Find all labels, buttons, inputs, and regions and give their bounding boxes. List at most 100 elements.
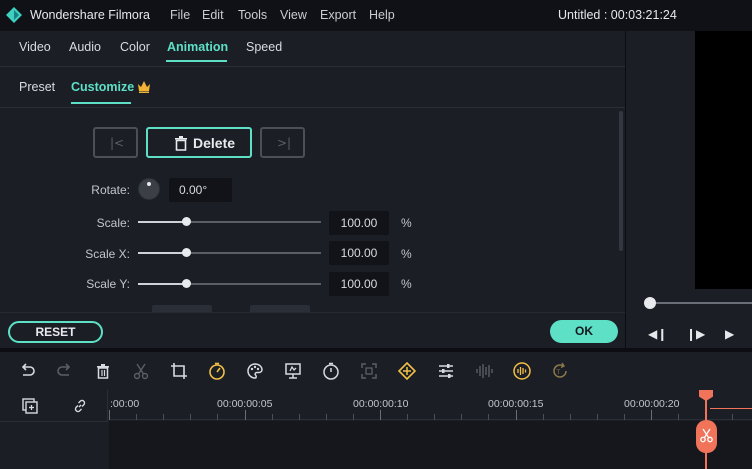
delete-keyframe-button[interactable]: Delete (146, 127, 252, 158)
active-tab-indicator (166, 60, 227, 62)
tab-preset[interactable]: Preset (19, 80, 55, 94)
ruler-tick (298, 414, 300, 420)
scale-x-slider-thumb[interactable] (181, 248, 191, 257)
tab-audio[interactable]: Audio (69, 40, 101, 54)
timeline-ruler[interactable]: :00:00 00:00:00:05 00:00:00:10 00:00:00:… (109, 390, 752, 420)
trash-icon (175, 136, 187, 151)
scale-y-slider[interactable] (138, 279, 321, 288)
active-subtab-indicator (71, 102, 131, 104)
play-icon[interactable]: ▶ (725, 327, 734, 341)
menu-export[interactable]: Export (320, 8, 356, 22)
scale-x-slider[interactable] (138, 248, 321, 257)
green-screen-icon[interactable] (360, 362, 378, 380)
cut-icon[interactable] (132, 362, 150, 380)
next-keyframe-icon: >| (277, 136, 292, 150)
ruler-tick (190, 414, 192, 420)
crop-icon[interactable] (170, 362, 188, 380)
ok-button[interactable]: OK (550, 320, 618, 343)
scale-y-input[interactable]: 100.00 (329, 272, 389, 296)
reset-button[interactable]: RESET (8, 321, 103, 343)
ruler-tick (217, 414, 219, 420)
speed-icon[interactable] (208, 362, 226, 380)
keyframe-icon[interactable] (397, 361, 417, 381)
adjust-icon[interactable] (437, 362, 455, 380)
previous-frame-icon[interactable]: ◀❙ (648, 327, 667, 341)
ruler-tick (596, 414, 598, 420)
mosaic-icon[interactable] (284, 362, 302, 380)
next-keyframe-button[interactable]: >| (260, 127, 305, 158)
undo-icon[interactable] (18, 362, 36, 380)
scale-x-slider-fill (138, 252, 186, 254)
color-icon[interactable] (246, 362, 264, 380)
ruler-tick (623, 414, 625, 420)
scale-slider-thumb[interactable] (181, 217, 191, 226)
ruler-tick (678, 414, 680, 420)
scale-x-input[interactable]: 100.00 (329, 241, 389, 265)
audio-mixer-icon[interactable] (475, 362, 493, 380)
tab-animation[interactable]: Animation (167, 40, 228, 54)
scale-x-label: Scale X: (85, 247, 130, 261)
project-title: Untitled : 00:03:21:24 (558, 8, 677, 22)
ruler-tick (542, 414, 544, 420)
redo-icon[interactable] (56, 362, 74, 380)
rotate-input[interactable]: 0.00° (169, 178, 232, 202)
edit-panel-footer: RESET OK (0, 312, 625, 348)
menu-edit[interactable]: Edit (202, 8, 224, 22)
scale-y-label: Scale Y: (86, 277, 130, 291)
timeline-toolbar: T (0, 352, 752, 390)
audio-stretch-icon[interactable] (513, 362, 531, 380)
scale-unit: % (401, 216, 412, 230)
ruler-tick (569, 414, 571, 420)
playhead-marker-line (710, 408, 752, 409)
previous-keyframe-icon: |< (110, 136, 125, 150)
preview-screen (695, 31, 752, 289)
delete-label: Delete (193, 135, 236, 151)
ruler-tick (434, 414, 436, 420)
timeline: :00:00 00:00:00:05 00:00:00:10 00:00:00:… (0, 390, 752, 469)
ruler-label: :00:00 (110, 398, 140, 410)
filmora-logo-icon (6, 7, 22, 23)
rotate-label: Rotate: (91, 183, 130, 197)
scale-input[interactable]: 100.00 (329, 211, 389, 235)
ruler-tick (136, 414, 138, 420)
scale-label: Scale: (96, 216, 130, 230)
tab-video[interactable]: Video (19, 40, 51, 54)
add-track-icon[interactable] (22, 398, 38, 414)
video-track[interactable] (109, 421, 752, 469)
scale-x-unit: % (401, 247, 412, 261)
ruler-tick (109, 410, 110, 420)
delete-icon[interactable] (94, 362, 112, 380)
ruler-tick (461, 414, 463, 420)
menu-view[interactable]: View (280, 8, 307, 22)
duration-icon[interactable] (322, 362, 340, 380)
play-frame-icon[interactable]: ❙▶ (686, 327, 705, 341)
split-button[interactable] (696, 420, 717, 453)
speech-to-text-icon[interactable]: T (551, 362, 569, 380)
panel-scrollbar[interactable] (619, 111, 623, 251)
scale-y-slider-thumb[interactable] (181, 279, 191, 288)
edit-tabs: Video Audio Color Animation Speed (0, 31, 625, 67)
ruler-tick (352, 414, 354, 420)
ruler-tick (732, 414, 734, 420)
ruler-tick (325, 414, 327, 420)
previous-keyframe-button[interactable]: |< (93, 127, 138, 158)
menu-tools[interactable]: Tools (238, 8, 267, 22)
ruler-tick (651, 410, 652, 420)
ruler-label: 00:00:00:20 (624, 398, 680, 410)
ruler-tick (407, 414, 409, 420)
edit-panel: Video Audio Color Animation Speed Preset… (0, 31, 625, 348)
animation-tabs: Preset Customize (0, 68, 625, 108)
menu-file[interactable]: File (170, 8, 190, 22)
link-icon[interactable] (72, 398, 88, 414)
svg-text:T: T (556, 369, 561, 376)
app-name: Wondershare Filmora (30, 8, 150, 22)
rotate-dial[interactable] (138, 178, 160, 200)
menu-help[interactable]: Help (369, 8, 395, 22)
scale-slider[interactable] (138, 217, 321, 226)
preview-scrubber-thumb[interactable] (644, 297, 656, 309)
ruler-tick (380, 410, 381, 420)
tab-customize[interactable]: Customize (71, 80, 134, 94)
tab-speed[interactable]: Speed (246, 40, 282, 54)
preview-scrubber[interactable] (646, 302, 752, 304)
tab-color[interactable]: Color (120, 40, 150, 54)
